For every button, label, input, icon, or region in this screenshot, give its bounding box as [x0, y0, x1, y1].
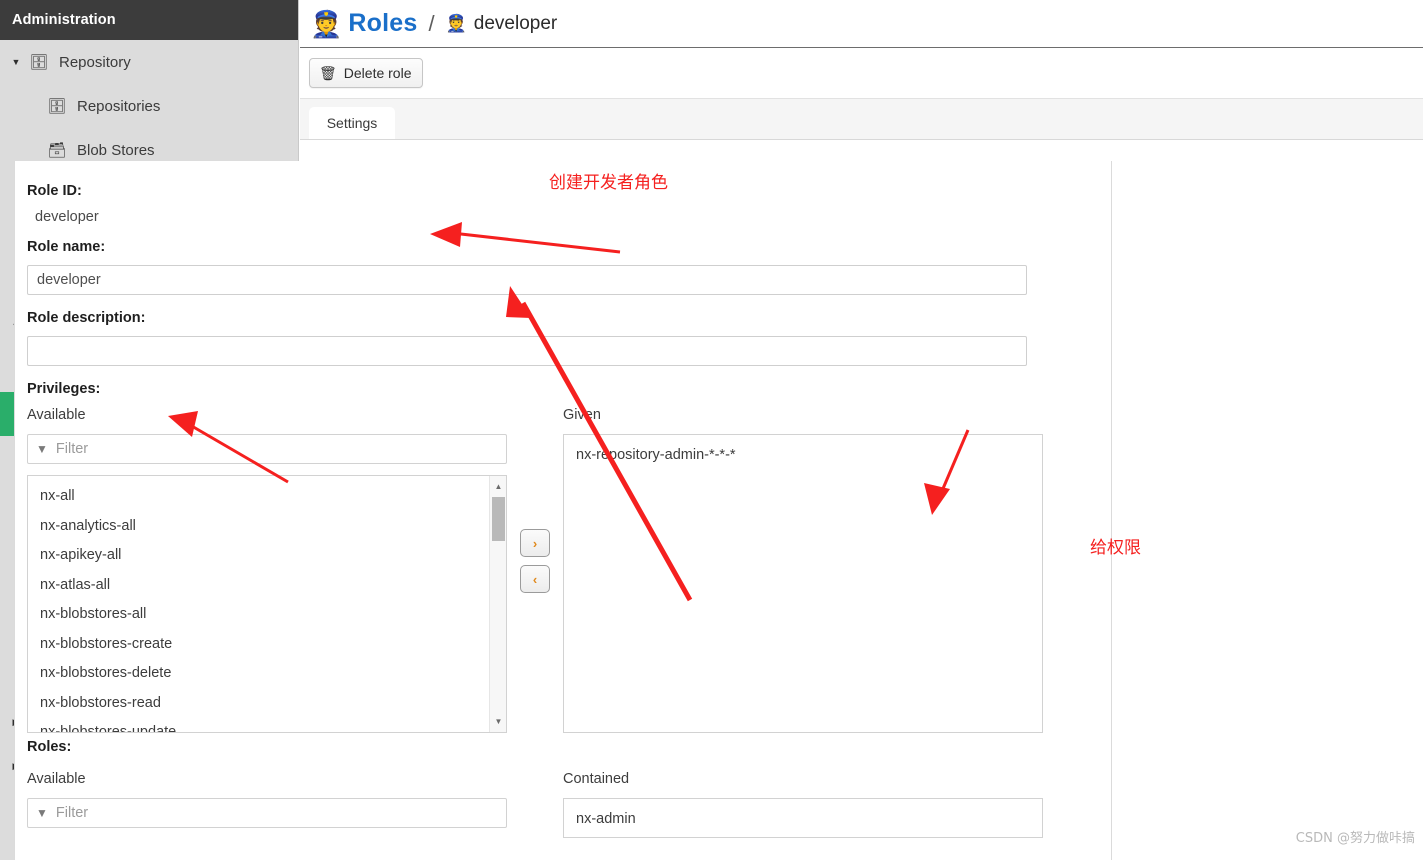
roles-contained-column: Contained nx-admin	[563, 771, 1043, 860]
privileges-transfer-buttons: › ‹	[507, 407, 563, 733]
list-item[interactable]: nx-blobstores-delete	[28, 659, 506, 689]
chevron-down-icon[interactable]: ▼	[6, 57, 26, 67]
role-description-label: Role description:	[27, 310, 146, 326]
roles-transfer-buttons	[507, 771, 563, 860]
filter-icon: ▼	[36, 806, 48, 820]
tab-settings-label: Settings	[326, 115, 378, 131]
roles-filter-input[interactable]: ▼ Filter	[27, 798, 507, 828]
sidebar-item-label: Blob Stores	[77, 141, 155, 159]
delete-role-button[interactable]: 🗑 Delete role	[309, 58, 424, 88]
roles-label: Roles:	[27, 739, 72, 755]
add-privilege-button[interactable]: ›	[520, 529, 550, 557]
privileges-given-items: nx-repository-admin-*-*-*	[564, 435, 1042, 471]
list-item[interactable]: nx-blobstores-update	[28, 718, 506, 732]
watermark: CSDN @努力做咔搞	[1295, 831, 1415, 846]
role-officer-icon: 👮	[445, 14, 467, 33]
database-icon: 🗄	[47, 97, 67, 115]
roles-transfer: Available ▼ Filter Contained nx-admin	[27, 771, 1099, 860]
breadcrumb-separator: /	[428, 10, 435, 36]
list-item[interactable]: nx-blobstores-read	[28, 689, 506, 719]
role-description-input[interactable]	[27, 336, 1027, 366]
blobstore-icon: 🗃	[47, 141, 67, 159]
page-header: 👮 Roles / 👮 developer	[300, 0, 1423, 48]
scroll-down-icon[interactable]: ▼	[490, 713, 506, 730]
privileges-available-title: Available	[27, 407, 86, 423]
role-officer-icon: 👮	[310, 8, 343, 39]
role-name-label: Role name:	[27, 239, 106, 255]
roles-available-title: Available	[27, 771, 86, 787]
list-item[interactable]: nx-repository-admin-*-*-*	[564, 441, 1042, 471]
role-settings-panel: Role ID: developer Role name: developer …	[14, 161, 1112, 860]
remove-privilege-button[interactable]: ‹	[520, 565, 550, 593]
roles-contained-list[interactable]: nx-admin	[563, 798, 1043, 838]
privileges-available-scrollbar[interactable]: ▲ ▼	[489, 476, 506, 732]
privileges-label: Privileges:	[27, 381, 101, 397]
annotation-note-give-permission: 给权限	[1090, 538, 1141, 558]
tab-settings[interactable]: Settings	[309, 107, 395, 139]
role-id-value: developer	[35, 209, 99, 225]
roles-available-column: Available ▼ Filter	[27, 771, 507, 860]
privileges-given-title: Given	[563, 407, 601, 423]
list-item[interactable]: nx-apikey-all	[28, 541, 506, 571]
roles-filter-placeholder: Filter	[55, 805, 89, 821]
sidebar-item-label: Repositories	[77, 97, 161, 115]
toolbar: 🗑 Delete role	[300, 48, 1423, 98]
tab-bar: Settings	[300, 98, 1423, 140]
privileges-filter-placeholder: Filter	[55, 441, 89, 457]
sidebar-item-repositories[interactable]: 🗄 Repositories	[0, 84, 298, 128]
list-item[interactable]: nx-blobstores-all	[28, 600, 506, 630]
privileges-available-list[interactable]: nx-all nx-analytics-all nx-apikey-all nx-at…	[27, 475, 507, 733]
delete-role-label: Delete role	[343, 65, 412, 81]
sidebar-item-label: Repository	[59, 53, 131, 71]
privileges-given-column: Given nx-repository-admin-*-*-*	[563, 407, 1043, 733]
privileges-transfer: Available ▼ Filter nx-all nx-analytics-al…	[27, 407, 1099, 733]
trash-icon: 🗑	[319, 64, 337, 81]
privileges-available-column: Available ▼ Filter nx-all nx-analytics-al…	[27, 407, 507, 733]
list-item[interactable]: nx-admin	[564, 805, 1042, 835]
privileges-given-list[interactable]: nx-repository-admin-*-*-*	[563, 434, 1043, 733]
role-name-input[interactable]: developer	[27, 265, 1027, 295]
roles-contained-title: Contained	[563, 771, 630, 787]
list-item[interactable]: nx-blobstores-create	[28, 630, 506, 660]
sidebar-header: Administration	[0, 0, 298, 40]
database-icon: 🗄	[29, 53, 49, 71]
sidebar-item-repository[interactable]: ▼ 🗄 Repository	[0, 40, 298, 84]
annotation-note-create-role: 创建开发者角色	[549, 173, 668, 193]
scroll-up-icon[interactable]: ▲	[490, 478, 506, 495]
list-item[interactable]: nx-analytics-all	[28, 512, 506, 542]
privileges-filter-input[interactable]: ▼ Filter	[27, 434, 507, 464]
privileges-available-items: nx-all nx-analytics-all nx-apikey-all nx-at…	[28, 476, 506, 732]
breadcrumb-current: developer	[473, 12, 558, 34]
list-item[interactable]: nx-all	[28, 482, 506, 512]
scrollbar-thumb[interactable]	[492, 497, 505, 541]
page-title[interactable]: Roles	[348, 9, 417, 38]
roles-contained-items: nx-admin	[564, 799, 1042, 835]
list-item[interactable]: nx-atlas-all	[28, 571, 506, 601]
filter-icon: ▼	[36, 442, 48, 456]
